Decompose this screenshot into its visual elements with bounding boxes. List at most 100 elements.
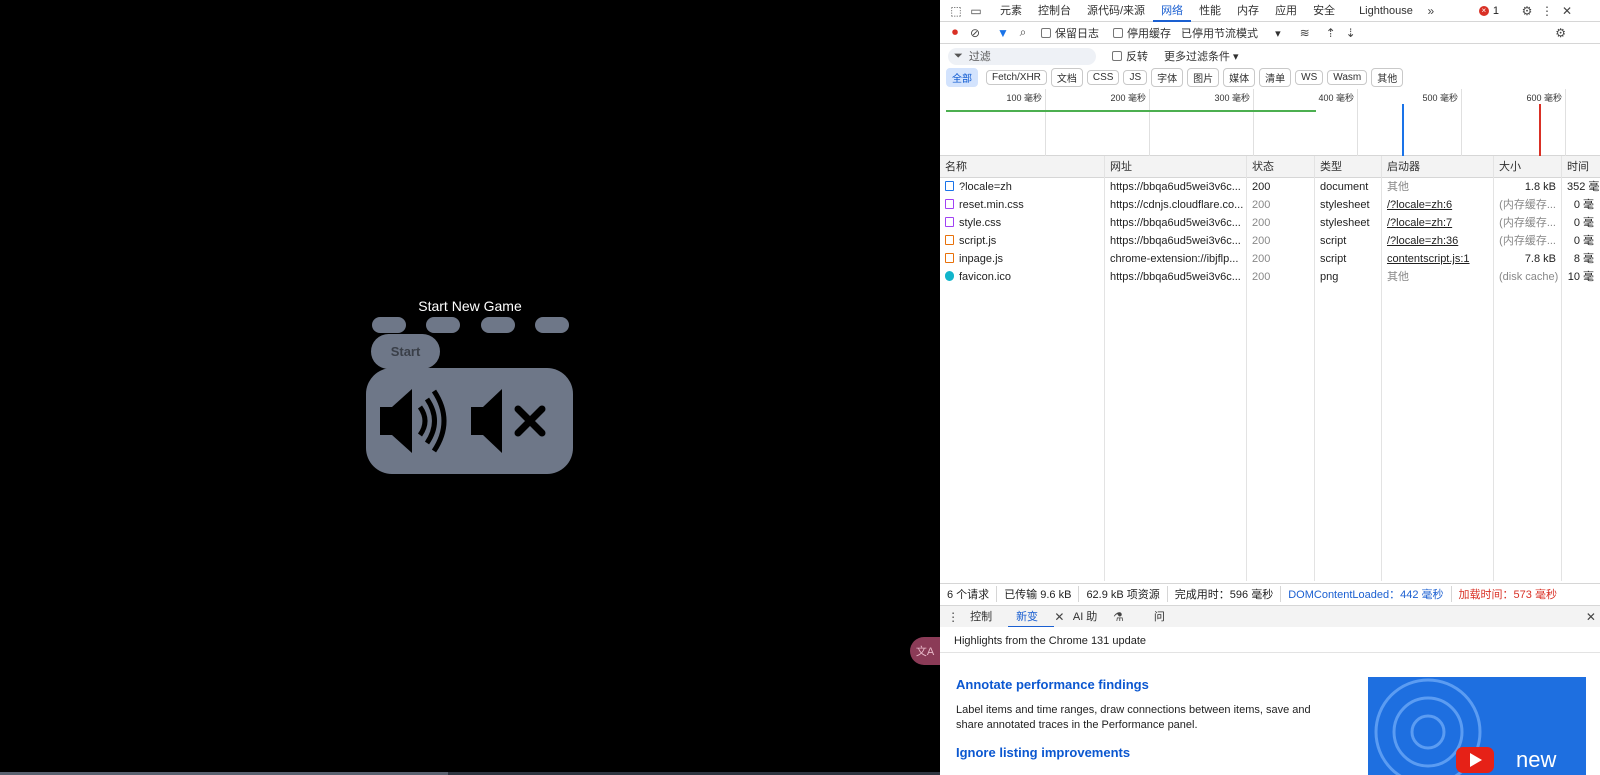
cell-type: png [1315, 269, 1382, 286]
start-button[interactable]: Start [371, 334, 440, 369]
cell-initiator[interactable]: /?locale=zh:36 [1382, 233, 1494, 250]
tab-console[interactable]: 控制台 [1030, 0, 1079, 22]
chip-manifest[interactable]: 清单 [1259, 67, 1292, 87]
chip-all[interactable]: 全部 [946, 67, 978, 87]
chip-font[interactable]: 字体 [1151, 67, 1184, 87]
close-devtools-icon[interactable]: ✕ [1557, 1, 1577, 21]
preserve-log-checkbox[interactable]: 保留日志 [1041, 25, 1099, 41]
throttle-select[interactable]: 已停用节流模式 ▾ [1181, 25, 1281, 41]
close-drawer-icon[interactable]: ✕ [1582, 607, 1600, 627]
network-conditions-icon[interactable]: ≋ [1295, 23, 1315, 43]
cell-size: (内存缓存... [1494, 197, 1562, 214]
network-settings-icon[interactable]: ⚙ [1551, 23, 1571, 43]
cell-initiator[interactable]: /?locale=zh:6 [1382, 197, 1494, 214]
article-title-ignore-listing[interactable]: Ignore listing improvements [956, 745, 1130, 760]
difficulty-pill-1[interactable] [372, 317, 406, 333]
clear-icon[interactable]: ⊘ [965, 23, 985, 43]
export-har-icon[interactable]: ⇣ [1341, 23, 1361, 43]
chip-js[interactable]: JS [1123, 69, 1148, 85]
drawer-tab-whats-new[interactable]: 新变化 [1008, 606, 1054, 645]
chip-fetch-xhr[interactable]: Fetch/XHR [986, 69, 1047, 85]
drawer-menu-icon[interactable]: ⋮ [944, 607, 962, 627]
col-time[interactable]: 时间 [1562, 156, 1600, 178]
timeline-tick: 500 毫秒 [1422, 89, 1462, 156]
tab-application[interactable]: 应用 [1267, 0, 1305, 22]
file-type-icon [945, 271, 954, 281]
close-tab-icon[interactable]: ✕ [1054, 607, 1065, 627]
tab-elements[interactable]: 元素 [992, 0, 1030, 22]
cell-status: 200 [1247, 215, 1315, 232]
invert-checkbox[interactable]: 反转 [1112, 48, 1148, 64]
col-size[interactable]: 大小 [1494, 156, 1562, 178]
sound-toggle-panel[interactable] [366, 368, 573, 474]
filter-icon[interactable]: ▼ [993, 23, 1013, 43]
chip-ws[interactable]: WS [1295, 69, 1324, 85]
col-status[interactable]: 状态 [1247, 156, 1315, 178]
inspect-element-icon[interactable]: ⬚ [946, 1, 966, 21]
screen: Start New Game Start 文A ⬚ ▭ 元素 控制台 源代码/来… [0, 0, 1600, 775]
table-row[interactable]: inpage.js chrome-extension://ibjflp... 200… [940, 251, 1600, 268]
difficulty-pill-2[interactable] [426, 317, 460, 333]
col-type[interactable]: 类型 [1315, 156, 1382, 178]
disable-cache-checkbox[interactable]: 停用缓存 [1113, 25, 1171, 41]
chip-wasm[interactable]: Wasm [1327, 69, 1368, 85]
cell-time-text: 0 毫 [1573, 235, 1594, 247]
table-row[interactable]: reset.min.css https://cdnjs.cloudflare.co… [940, 197, 1600, 214]
cell-initiator[interactable]: /?locale=zh:7 [1382, 215, 1494, 232]
chip-img[interactable]: 图片 [1187, 67, 1220, 87]
cell-name-text: style.css [959, 217, 1002, 229]
load-marker [1539, 104, 1541, 156]
cell-url: https://bbqa6ud5wei3v6c... [1105, 269, 1247, 286]
finish-time: 完成用时：596 毫秒 [1168, 585, 1282, 602]
translate-extension-icon[interactable]: 文A [910, 637, 940, 665]
cell-name: script.js [940, 233, 1105, 250]
funnel-icon: ⏷ [954, 49, 963, 62]
settings-gear-icon[interactable]: ⚙ [1517, 1, 1537, 21]
cell-status-text: 200 [1252, 271, 1271, 283]
col-initiator[interactable]: 启动器 [1382, 156, 1494, 178]
table-row[interactable]: script.js https://bbqa6ud5wei3v6c... 200 sc… [940, 233, 1600, 250]
search-icon[interactable]: ⌕ [1013, 23, 1033, 43]
speaker-muted-icon[interactable] [471, 389, 546, 453]
chip-other[interactable]: 其他 [1371, 67, 1404, 87]
cell-size: (内存缓存... [1494, 215, 1562, 232]
game-title: Start New Game [418, 298, 522, 314]
drawer-tab-console[interactable]: 控制台 [962, 606, 1008, 645]
cell-initiator[interactable]: contentscript.js:1 [1382, 251, 1494, 268]
cell-size: (内存缓存... [1494, 233, 1562, 250]
tab-network[interactable]: 网络 [1153, 0, 1192, 22]
device-toolbar-icon[interactable]: ▭ [966, 1, 986, 21]
col-name[interactable]: 名称 [940, 156, 1105, 178]
chip-doc[interactable]: 文档 [1050, 67, 1083, 87]
drawer-tab-ai-assistance[interactable]: AI 助理 [1065, 606, 1113, 645]
difficulty-pill-4[interactable] [535, 317, 569, 333]
video-thumbnail[interactable]: new [1368, 677, 1586, 775]
table-row[interactable]: style.css https://bbqa6ud5wei3v6c... 200 st… [940, 215, 1600, 232]
tab-lighthouse[interactable]: Lighthouse [1351, 0, 1421, 22]
filter-input[interactable]: ⏷ 过滤 [948, 47, 1096, 65]
tab-security[interactable]: 安全 [1305, 0, 1343, 22]
tab-memory[interactable]: 内存 [1229, 0, 1267, 22]
error-counter[interactable]: × 1 [1478, 5, 1499, 17]
drawer-tab-issues[interactable]: 问题 [1146, 606, 1182, 645]
network-overview-timeline[interactable]: 100 毫秒 200 毫秒 300 毫秒 400 毫秒 500 毫秒 600 毫… [940, 89, 1600, 156]
network-toolbar: ⏺ ⊘ ▼ ⌕ 保留日志 停用缓存 已停用节流模式 ▾ ≋ ⇡ ⇣ ⚙ [940, 22, 1600, 44]
cell-time-text: 8 毫 [1573, 253, 1594, 265]
cell-type: script [1315, 233, 1382, 250]
kebab-menu-icon[interactable]: ⋮ [1537, 1, 1557, 21]
table-row[interactable]: favicon.ico https://bbqa6ud5wei3v6c... 200… [940, 269, 1600, 286]
difficulty-pill-3[interactable] [481, 317, 515, 333]
col-url[interactable]: 网址 [1105, 156, 1247, 178]
article-title-annotate[interactable]: Annotate performance findings [956, 677, 1149, 692]
more-filters-button[interactable]: 更多过滤条件 ▾ [1164, 48, 1239, 64]
table-row[interactable]: ?locale=zh https://bbqa6ud5wei3v6c... 200 d… [940, 179, 1600, 196]
tab-performance[interactable]: 性能 [1191, 0, 1229, 22]
cell-status-text: 200 [1252, 181, 1271, 193]
record-stop-icon[interactable]: ⏺ [945, 23, 965, 43]
import-har-icon[interactable]: ⇡ [1321, 23, 1341, 43]
tab-sources[interactable]: 源代码/来源 [1079, 0, 1153, 22]
more-tabs-icon[interactable]: » [1421, 1, 1441, 21]
speaker-on-icon[interactable] [380, 389, 447, 453]
chip-media[interactable]: 媒体 [1223, 67, 1256, 87]
chip-css[interactable]: CSS [1086, 69, 1120, 85]
